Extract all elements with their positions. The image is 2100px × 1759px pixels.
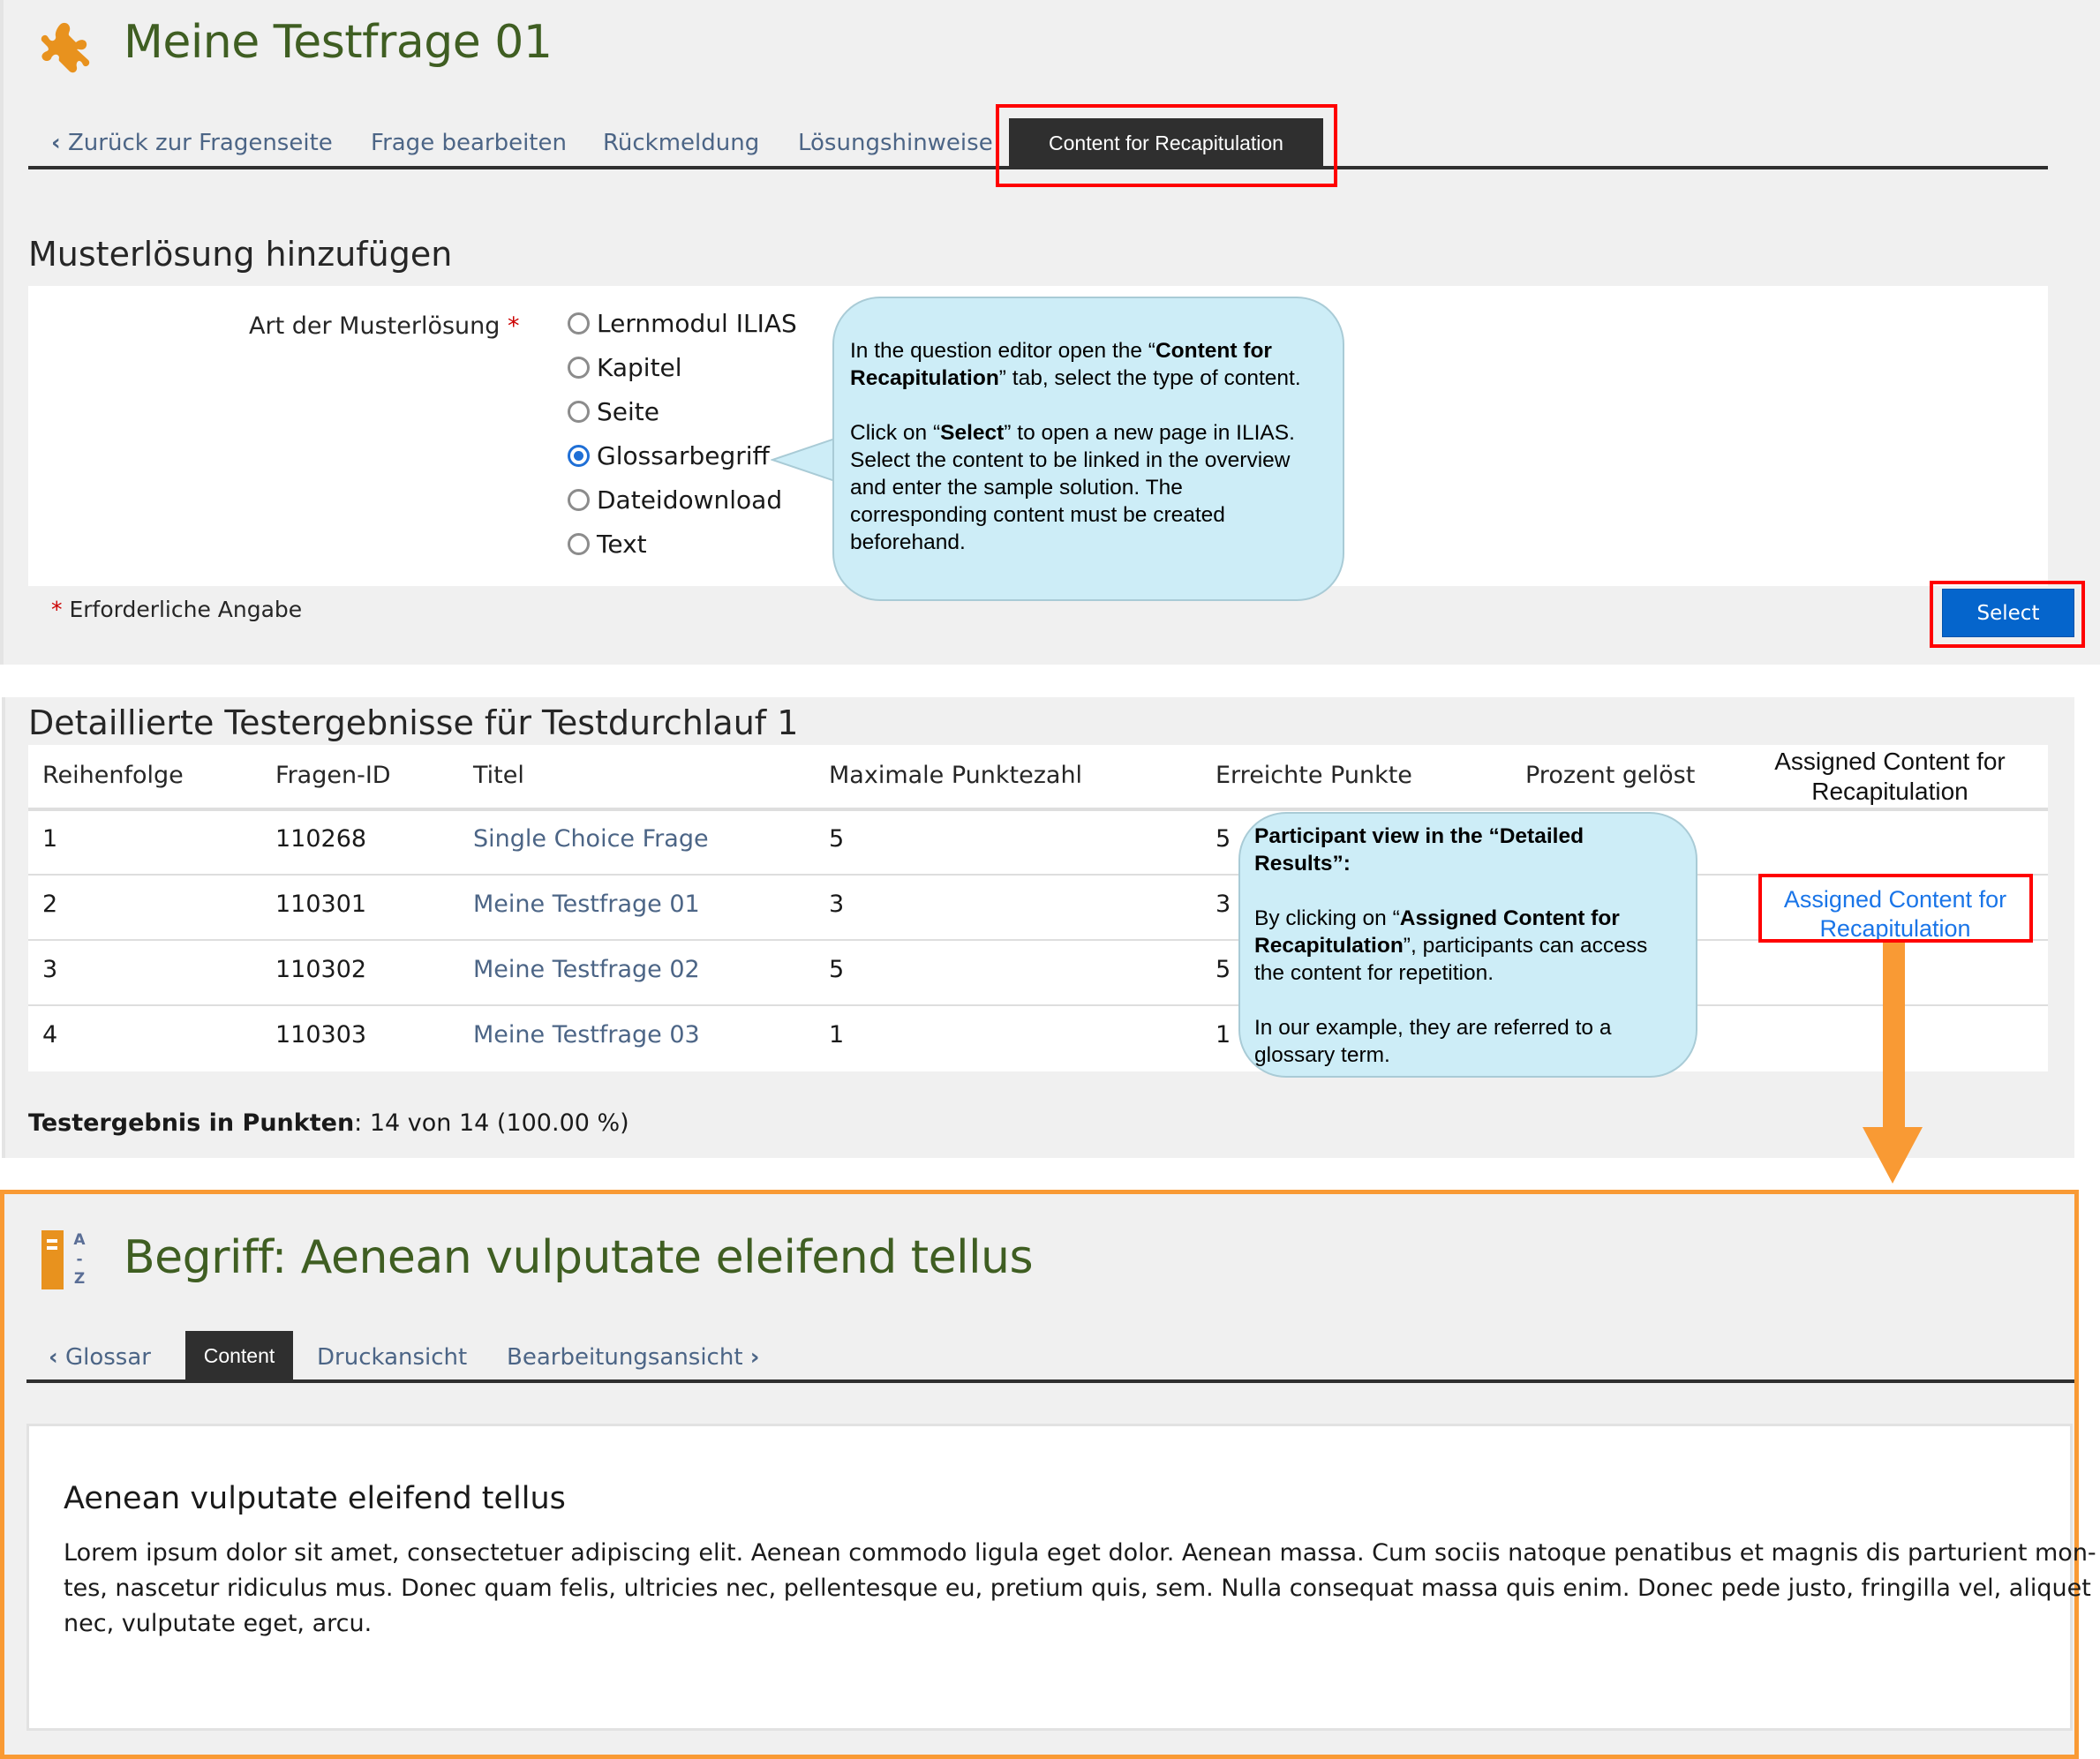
radio-label: Seite <box>597 397 659 426</box>
row-separator <box>28 1004 2048 1006</box>
test-result-summary: Testergebnis in Punkten: 14 von 14 (100.… <box>28 1109 629 1137</box>
tab-back-to-glossary[interactable]: ‹ Glossar <box>49 1344 151 1371</box>
question-title-link[interactable]: Single Choice Frage <box>473 825 709 853</box>
table-cell-id: 110301 <box>275 891 367 918</box>
callout-pointer <box>771 438 838 482</box>
table-cell-order: 2 <box>42 891 58 918</box>
table-cell-id: 110302 <box>275 956 367 983</box>
table-cell-max: 5 <box>829 825 845 853</box>
field-label-solution-type: Art der Musterlösung * <box>249 312 520 340</box>
radio-option[interactable]: Kapitel <box>568 353 682 382</box>
table-cell-id: 110268 <box>275 825 367 853</box>
glossary-term-title: Begriff: Aenean vulputate eleifend tellu… <box>124 1231 1034 1284</box>
radio-label: Kapitel <box>597 353 682 382</box>
tab-content[interactable]: Content <box>185 1331 293 1381</box>
radio-unchecked[interactable] <box>568 489 590 511</box>
col-header-max-points[interactable]: Maximale Punktezahl <box>829 762 1082 789</box>
radio-option[interactable]: Glossarbegriff <box>568 441 770 470</box>
callout-editor-instructions: In the question editor open the “Content… <box>832 297 1344 601</box>
row-separator <box>28 874 2048 876</box>
radio-checked[interactable] <box>568 445 590 467</box>
table-cell-reached: 3 <box>1216 891 1231 918</box>
tab-edit-question[interactable]: Frage bearbeiten <box>371 130 567 156</box>
glossary-definition: Lorem ipsum dolor sit amet, consectetuer… <box>64 1539 2096 1637</box>
puzzle-question-icon <box>41 22 90 73</box>
radio-label: Text <box>597 530 647 559</box>
radio-unchecked[interactable] <box>568 401 590 423</box>
results-title: Detaillierte Testergebnisse für Testdurc… <box>28 703 799 742</box>
table-cell-reached: 5 <box>1216 825 1231 853</box>
tab-feedback[interactable]: Rückmeldung <box>603 130 759 156</box>
a-z-icon: A - Z <box>73 1231 86 1288</box>
col-header-reached-points[interactable]: Erreichte Punkte <box>1216 762 1412 789</box>
highlight-box-select <box>1930 581 2085 648</box>
col-header-percent-solved[interactable]: Prozent gelöst <box>1525 762 1695 789</box>
tab-edit-view[interactable]: Bearbeitungsansicht › <box>507 1344 760 1371</box>
glossary-tab-underline <box>26 1379 2074 1383</box>
radio-unchecked[interactable] <box>568 357 590 379</box>
table-cell-max: 1 <box>829 1021 845 1049</box>
question-title-link[interactable]: Meine Testfrage 03 <box>473 1021 700 1049</box>
radio-label: Glossarbegriff <box>597 441 770 470</box>
callout-participant-view: Participant view in the “Detailed Result… <box>1238 812 1697 1078</box>
glossary-icon <box>41 1230 64 1289</box>
table-cell-order: 4 <box>42 1021 58 1049</box>
header-separator <box>28 808 2048 811</box>
table-cell-id: 110303 <box>275 1021 367 1049</box>
row-separator <box>28 939 2048 941</box>
glossary-term-heading: Aenean vulputate eleifend tellus <box>64 1481 566 1516</box>
radio-option[interactable]: Text <box>568 530 647 559</box>
arrow-down-icon <box>1863 1127 1923 1184</box>
table-cell-reached: 5 <box>1216 956 1231 983</box>
question-title-link[interactable]: Meine Testfrage 01 <box>473 891 700 918</box>
col-header-title[interactable]: Titel <box>473 762 524 789</box>
required-note: * Erforderliche Angabe <box>51 597 303 622</box>
col-header-order[interactable]: Reihenfolge <box>42 762 184 789</box>
page-title: Meine Testfrage 01 <box>124 16 553 69</box>
section-title-add-sample-solution: Musterlösung hinzufügen <box>28 235 453 274</box>
table-cell-order: 1 <box>42 825 58 853</box>
radio-option[interactable]: Lernmodul ILIAS <box>568 309 797 338</box>
table-cell-max: 3 <box>829 891 845 918</box>
highlight-box-assigned-link <box>1758 874 2033 943</box>
table-cell-max: 5 <box>829 956 845 983</box>
chevron-left-icon: ‹ <box>49 1344 58 1371</box>
radio-label: Lernmodul ILIAS <box>597 309 797 338</box>
chevron-left-icon: ‹ <box>51 130 61 156</box>
radio-unchecked[interactable] <box>568 533 590 555</box>
highlight-box-tab <box>996 104 1337 187</box>
radio-option[interactable]: Seite <box>568 397 659 426</box>
required-asterisk: * <box>508 312 520 340</box>
radio-label: Dateidownload <box>597 485 783 515</box>
tab-solution-hints[interactable]: Lösungshinweise <box>798 130 993 156</box>
radio-unchecked[interactable] <box>568 312 590 335</box>
radio-option[interactable]: Dateidownload <box>568 485 782 515</box>
col-header-assigned-content: Assigned Content for Recapitulation <box>1774 748 2006 805</box>
col-header-question-id[interactable]: Fragen-ID <box>275 762 391 789</box>
arrow-shaft <box>1883 943 1905 1130</box>
table-cell-order: 3 <box>42 956 58 983</box>
question-title-link[interactable]: Meine Testfrage 02 <box>473 956 700 983</box>
tab-print-view[interactable]: Druckansicht <box>317 1344 467 1371</box>
chevron-right-icon: › <box>749 1344 760 1371</box>
table-cell-reached: 1 <box>1216 1021 1231 1049</box>
tab-back-to-questions[interactable]: ‹ Zurück zur Fragenseite <box>51 130 333 156</box>
